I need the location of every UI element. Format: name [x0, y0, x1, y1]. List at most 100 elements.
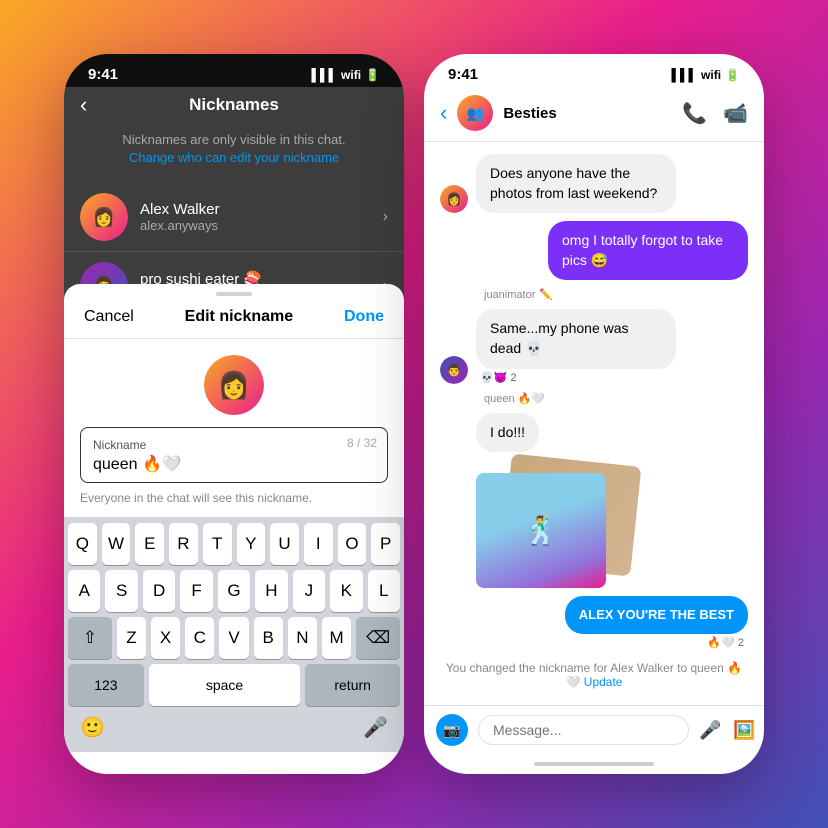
reaction-3: 💀😈 2 [476, 371, 676, 384]
status-message: You changed the nickname for Alex Walker… [440, 657, 748, 693]
key-x[interactable]: X [151, 617, 180, 659]
contact-row-1[interactable]: 👩 Alex Walker alex.anyways › [64, 183, 404, 252]
photos-stack: 🕺 [476, 460, 636, 588]
left-status-bar: 9:41 ▌▌▌ wifi 🔋 [64, 54, 404, 87]
sender-name-juanimator: juanimator [484, 289, 535, 301]
subtitle-text: Nicknames are only visible in this chat. [122, 132, 345, 147]
header-action-icons: 📞 📹 [682, 101, 748, 126]
group-avatar: 👥 [457, 95, 493, 131]
key-o[interactable]: O [338, 523, 367, 565]
key-a[interactable]: A [68, 570, 100, 612]
mic-icon[interactable]: 🎤 [363, 715, 388, 740]
signal-icon: ▌▌▌ [312, 68, 338, 82]
key-g[interactable]: G [218, 570, 250, 612]
msg-row-1: 👩 Does anyone have the photos from last … [440, 154, 748, 213]
mic-button[interactable]: 🎤 [699, 720, 721, 741]
nickname-input-area[interactable]: Nickname 8 / 32 queen 🔥🤍 [80, 427, 388, 483]
chat-area: 👩 Does anyone have the photos from last … [424, 142, 764, 705]
contact-info-1: Alex Walker alex.anyways [140, 201, 383, 233]
key-l[interactable]: L [368, 570, 400, 612]
sheet-title: Edit nickname [185, 308, 293, 326]
key-p[interactable]: P [371, 523, 400, 565]
cancel-button[interactable]: Cancel [84, 308, 134, 326]
key-i[interactable]: I [304, 523, 333, 565]
camera-button[interactable]: 📷 [436, 714, 468, 746]
key-row-2: A S D F G H J K L [68, 570, 400, 612]
key-t[interactable]: T [203, 523, 232, 565]
nickname-label: Nickname [93, 438, 146, 452]
key-b[interactable]: B [254, 617, 283, 659]
bubble-2: omg I totally forgot to take pics 😅 [548, 221, 748, 280]
signal-icon-r: ▌▌▌ [672, 68, 698, 82]
msg-avatar-3: 👨 [440, 356, 468, 384]
key-row-3: ⇧ Z X C V B N M ⌫ [68, 617, 400, 659]
key-v[interactable]: V [219, 617, 248, 659]
msg-row-5: ALEX YOU'RE THE BEST [565, 596, 748, 634]
sheet-header: Cancel Edit nickname Done [64, 300, 404, 339]
wifi-icon: wifi [341, 68, 361, 82]
key-s[interactable]: S [105, 570, 137, 612]
emoji-icon[interactable]: 🙂 [80, 715, 105, 740]
key-row-1: Q W E R T Y U I O P [68, 523, 400, 565]
nickname-hint: Everyone in the chat will see this nickn… [64, 491, 404, 517]
key-k[interactable]: K [330, 570, 362, 612]
photo-front[interactable]: 🕺 [476, 473, 606, 588]
key-space[interactable]: space [149, 664, 301, 706]
home-indicator-right [424, 754, 764, 774]
bubble-3: Same...my phone was dead 💀 [476, 309, 676, 368]
sent-block-alex: ALEX YOU'RE THE BEST 🔥🤍 2 [440, 596, 748, 649]
update-link[interactable]: Update [584, 675, 623, 689]
key-f[interactable]: F [180, 570, 212, 612]
right-status-icons: ▌▌▌ wifi 🔋 [672, 68, 740, 82]
wifi-icon-r: wifi [701, 68, 721, 82]
contact-name-1: Alex Walker [140, 201, 383, 218]
contact-username-1: alex.anyways [140, 218, 383, 233]
right-phone: 9:41 ▌▌▌ wifi 🔋 ‹ 👥 Besties 📞 📹 👩 [424, 54, 764, 774]
keyboard: Q W E R T Y U I O P A S D [64, 517, 404, 752]
sender-label-juanimator: juanimator ✏️ [440, 288, 748, 301]
key-u[interactable]: U [270, 523, 299, 565]
edit-icon-juanimator: ✏️ [539, 288, 553, 301]
nickname-count: 8 / 32 [347, 436, 377, 450]
msg-with-reaction-3: Same...my phone was dead 💀 💀😈 2 [476, 309, 676, 383]
key-n[interactable]: N [288, 617, 317, 659]
key-m[interactable]: M [322, 617, 351, 659]
back-button[interactable]: ‹ [80, 92, 87, 118]
right-time: 9:41 [448, 66, 478, 83]
bubble-4: I do!!! [476, 413, 539, 453]
keyboard-bottom: 🙂 🎤 [68, 711, 400, 748]
key-h[interactable]: H [255, 570, 287, 612]
key-123[interactable]: 123 [68, 664, 144, 706]
back-button-right[interactable]: ‹ [440, 100, 447, 126]
bubble-1: Does anyone have the photos from last we… [476, 154, 676, 213]
done-button[interactable]: Done [344, 308, 384, 326]
key-row-4: 123 space return [68, 664, 400, 706]
video-icon[interactable]: 📹 [723, 101, 748, 126]
sender-name-queen: queen 🔥🤍 [484, 393, 545, 405]
bubble-5: ALEX YOU'RE THE BEST [565, 596, 748, 634]
message-bar: 📷 🎤 🖼️ 😊 [424, 705, 764, 754]
msg-row-3: 👨 Same...my phone was dead 💀 💀😈 2 [440, 309, 748, 383]
phone-icon[interactable]: 📞 [682, 101, 707, 126]
message-input[interactable] [478, 715, 689, 745]
battery-icon: 🔋 [365, 68, 380, 82]
nickname-value[interactable]: queen 🔥🤍 [93, 454, 375, 474]
msg-avatar-1: 👩 [440, 185, 468, 213]
reaction-5: 🔥🤍 2 [707, 636, 748, 649]
key-z[interactable]: Z [117, 617, 146, 659]
key-j[interactable]: J [293, 570, 325, 612]
backspace-key[interactable]: ⌫ [356, 617, 400, 659]
key-y[interactable]: Y [237, 523, 266, 565]
key-shift[interactable]: ⇧ [68, 617, 112, 659]
key-q[interactable]: Q [68, 523, 97, 565]
key-d[interactable]: D [143, 570, 175, 612]
image-button[interactable]: 🖼️ [733, 720, 755, 741]
msg-row-4: I do!!! [440, 413, 748, 453]
key-r[interactable]: R [169, 523, 198, 565]
key-return[interactable]: return [305, 664, 400, 706]
subtitle-area: Nicknames are only visible in this chat.… [64, 127, 404, 183]
key-c[interactable]: C [185, 617, 214, 659]
key-e[interactable]: E [135, 523, 164, 565]
subtitle-link[interactable]: Change who can edit your nickname [129, 150, 339, 165]
key-w[interactable]: W [102, 523, 131, 565]
